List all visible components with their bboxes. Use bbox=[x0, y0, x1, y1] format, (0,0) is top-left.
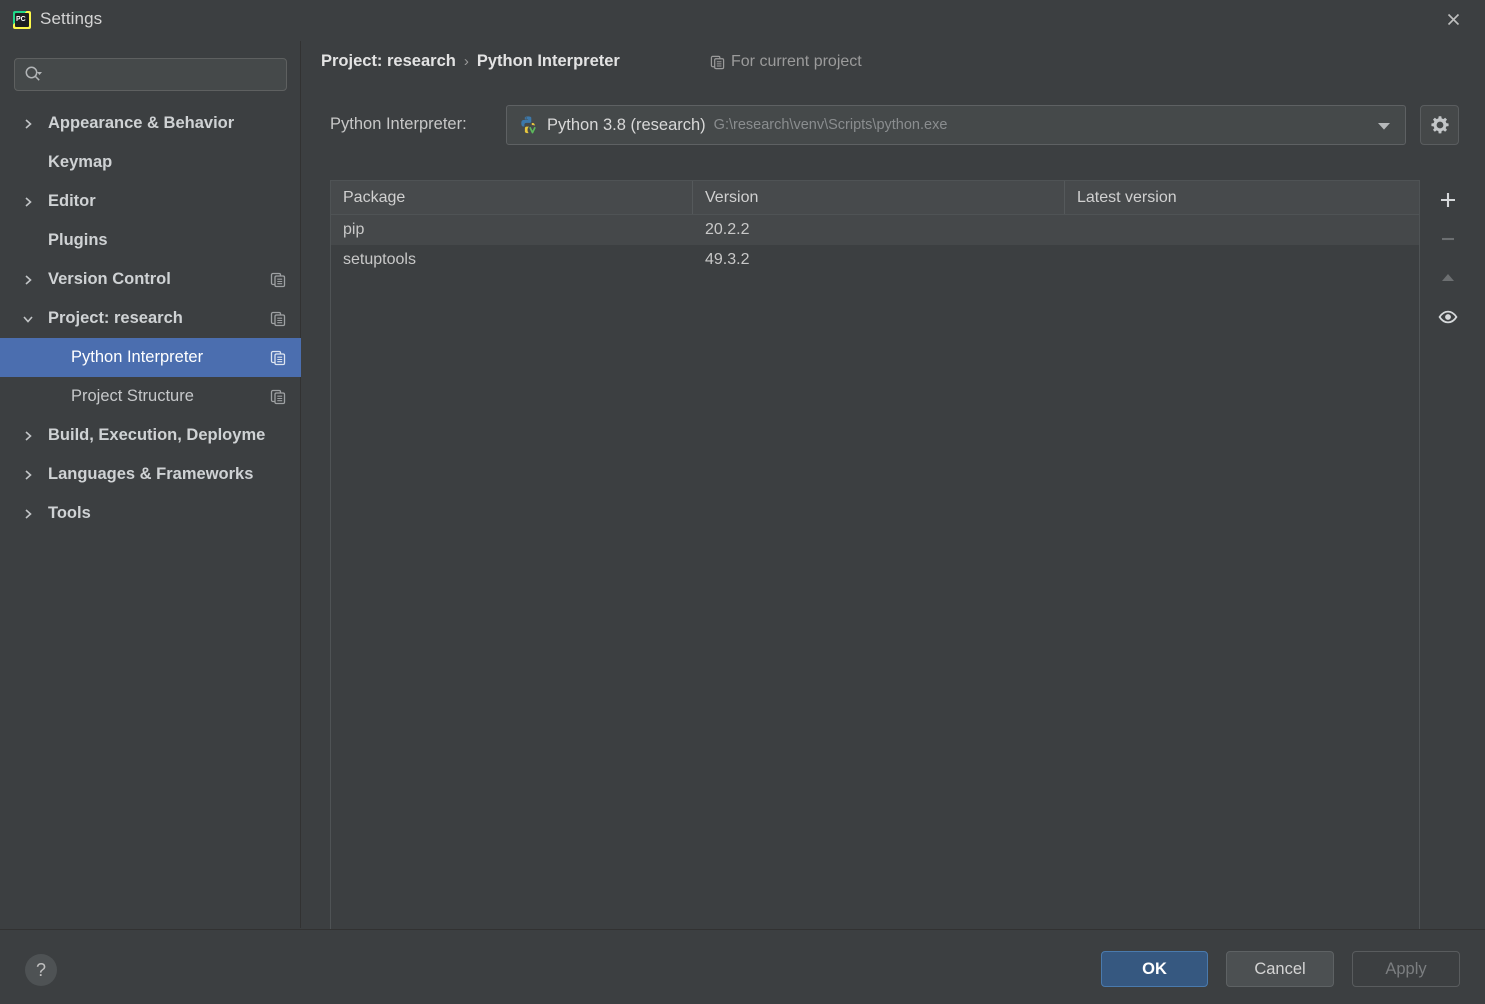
settings-sidebar: Appearance & Behavior Keymap Editor Plugins… bbox=[0, 41, 301, 928]
pycharm-icon bbox=[13, 11, 31, 29]
column-header-package[interactable]: Package bbox=[331, 181, 693, 214]
up-arrow-icon bbox=[1442, 273, 1454, 281]
chevron-right-icon[interactable] bbox=[22, 430, 34, 442]
settings-tree: Appearance & Behavior Keymap Editor Plugins… bbox=[0, 104, 301, 533]
cell-version: 49.3.2 bbox=[705, 251, 750, 268]
interpreter-settings-button[interactable] bbox=[1420, 105, 1459, 145]
interpreter-path: G:\research\venv\Scripts\python.exe bbox=[713, 117, 948, 133]
packages-table-body: pip 20.2.2 setuptools 49.3.2 bbox=[331, 215, 1419, 275]
dialog-footer: ? OK Cancel Apply bbox=[0, 929, 1485, 1004]
chevron-right-icon[interactable] bbox=[22, 469, 34, 481]
column-header-latest-version[interactable]: Latest version bbox=[1065, 181, 1419, 214]
ok-button[interactable]: OK bbox=[1101, 951, 1208, 987]
sidebar-item-label: Version Control bbox=[48, 270, 171, 288]
python-venv-icon bbox=[518, 115, 539, 136]
column-header-version[interactable]: Version bbox=[693, 181, 1065, 214]
apply-button[interactable]: Apply bbox=[1352, 951, 1460, 987]
sidebar-item-label: Build, Execution, Deployme bbox=[48, 426, 266, 444]
interpreter-name: Python 3.8 (research) bbox=[547, 115, 706, 134]
cell-package: pip bbox=[343, 221, 365, 238]
breadcrumb-separator: › bbox=[463, 53, 469, 70]
packages-toolbar bbox=[1424, 180, 1472, 951]
chevron-right-icon[interactable] bbox=[22, 508, 34, 520]
settings-content-panel: Project: research › Python Interpreter F… bbox=[302, 41, 1485, 951]
search-input[interactable] bbox=[14, 58, 287, 91]
copy-icon bbox=[270, 389, 286, 405]
sidebar-item-build-execution-deployme[interactable]: Build, Execution, Deployme bbox=[0, 416, 301, 455]
sidebar-item-label: Keymap bbox=[48, 153, 113, 171]
copy-icon bbox=[270, 311, 286, 327]
upgrade-package-button[interactable] bbox=[1431, 258, 1465, 297]
for-current-project-toggle[interactable]: For current project bbox=[710, 53, 862, 71]
title-bar: Settings bbox=[0, 0, 1485, 41]
remove-package-button[interactable] bbox=[1431, 219, 1465, 258]
sidebar-item-project-structure[interactable]: Project Structure bbox=[0, 377, 301, 416]
chevron-down-icon bbox=[1378, 123, 1390, 130]
sidebar-item-tools[interactable]: Tools bbox=[0, 494, 301, 533]
breadcrumb: Project: research › Python Interpreter bbox=[321, 52, 620, 71]
chevron-right-icon[interactable] bbox=[22, 274, 34, 286]
chevron-down-icon[interactable] bbox=[22, 313, 34, 325]
minus-icon bbox=[1442, 237, 1454, 240]
help-button[interactable]: ? bbox=[25, 954, 57, 986]
table-row[interactable]: setuptools 49.3.2 bbox=[331, 245, 1419, 275]
sidebar-item-appearance-behavior[interactable]: Appearance & Behavior bbox=[0, 104, 301, 143]
table-row[interactable]: pip 20.2.2 bbox=[331, 215, 1419, 245]
close-button[interactable] bbox=[1429, 0, 1477, 38]
cancel-button[interactable]: Cancel bbox=[1226, 951, 1334, 987]
interpreter-row: Python Interpreter: Python 3.8 (research… bbox=[310, 105, 1470, 147]
sidebar-item-label: Languages & Frameworks bbox=[48, 465, 254, 483]
sidebar-item-version-control[interactable]: Version Control bbox=[0, 260, 301, 299]
sidebar-item-languages-frameworks[interactable]: Languages & Frameworks bbox=[0, 455, 301, 494]
sidebar-item-python-interpreter[interactable]: Python Interpreter bbox=[0, 338, 301, 377]
interpreter-label: Python Interpreter: bbox=[330, 115, 467, 133]
help-icon: ? bbox=[35, 960, 46, 980]
cell-version: 20.2.2 bbox=[705, 221, 750, 238]
close-icon bbox=[1447, 13, 1459, 25]
copy-icon bbox=[710, 55, 725, 69]
sidebar-item-label: Project Structure bbox=[71, 387, 194, 405]
add-package-button[interactable] bbox=[1431, 180, 1465, 219]
eye-icon bbox=[1438, 310, 1458, 323]
sidebar-item-project-research[interactable]: Project: research bbox=[0, 299, 301, 338]
sidebar-item-label: Plugins bbox=[48, 231, 108, 249]
packages-table: Package Version Latest version pip 20.2.2… bbox=[330, 180, 1420, 951]
sidebar-item-label: Appearance & Behavior bbox=[48, 114, 235, 132]
window-title: Settings bbox=[40, 9, 103, 28]
cell-package: setuptools bbox=[343, 251, 416, 268]
sidebar-item-label: Project: research bbox=[48, 309, 183, 327]
sidebar-item-editor[interactable]: Editor bbox=[0, 182, 301, 221]
sidebar-item-label: Python Interpreter bbox=[71, 348, 204, 366]
packages-table-header: Package Version Latest version bbox=[331, 181, 1419, 215]
interpreter-dropdown[interactable]: Python 3.8 (research) G:\research\venv\S… bbox=[506, 105, 1406, 145]
search-icon bbox=[25, 66, 42, 81]
copy-icon bbox=[270, 350, 286, 366]
breadcrumb-item-project[interactable]: Project: research bbox=[321, 52, 456, 71]
plus-icon bbox=[1441, 192, 1455, 207]
breadcrumb-item-python-interpreter: Python Interpreter bbox=[476, 52, 620, 70]
copy-icon bbox=[270, 272, 286, 288]
sidebar-item-keymap[interactable]: Keymap bbox=[0, 143, 301, 182]
for-current-project-label: For current project bbox=[731, 53, 862, 70]
sidebar-item-label: Editor bbox=[48, 192, 96, 210]
chevron-right-icon[interactable] bbox=[22, 118, 34, 130]
sidebar-item-label: Tools bbox=[48, 504, 91, 522]
gear-icon bbox=[1430, 116, 1449, 134]
sidebar-item-plugins[interactable]: Plugins bbox=[0, 221, 301, 260]
show-early-releases-button[interactable] bbox=[1431, 297, 1465, 336]
chevron-right-icon[interactable] bbox=[22, 196, 34, 208]
